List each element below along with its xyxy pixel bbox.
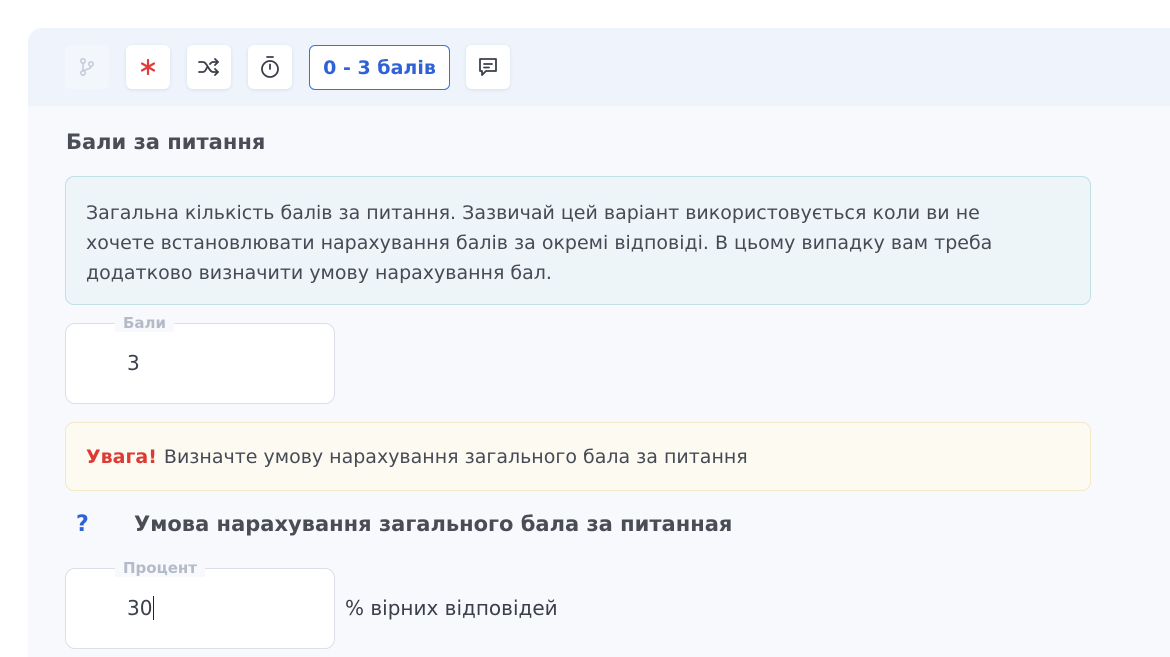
branch-button[interactable] [65, 45, 109, 89]
section-title: Бали за питання [66, 130, 266, 154]
info-line: Загальна кількість балів за питання. Заз… [86, 202, 980, 224]
points-range-badge[interactable]: 0 - 3 балів [309, 45, 450, 90]
points-input[interactable]: 3 [127, 351, 140, 375]
help-icon[interactable]: ? [76, 512, 89, 537]
shuffle-icon [198, 58, 219, 76]
percent-input-value: 30 [127, 596, 153, 620]
percent-field[interactable]: Процент 30 [65, 559, 335, 649]
condition-title: Умова нарахування загального бала за пит… [134, 512, 733, 536]
info-line: хочете встановлювати нарахування балів з… [86, 232, 993, 254]
shuffle-button[interactable] [187, 45, 231, 89]
warning-text: Визначте умову нарахування загального ба… [163, 445, 748, 468]
comment-icon [479, 58, 497, 76]
question-settings-panel: 0 - 3 балів Бали за питання Загальна кіл… [28, 28, 1170, 657]
timer-icon [261, 56, 279, 78]
question-toolbar: 0 - 3 балів [28, 28, 1170, 106]
branch-icon [79, 57, 95, 77]
percent-field-label: Процент [115, 559, 205, 577]
points-field[interactable]: Бали 3 [65, 314, 335, 404]
text-caret [153, 596, 155, 620]
required-button[interactable] [126, 45, 170, 89]
timer-button[interactable] [248, 45, 292, 89]
info-line: додатково визначити умову нарахування ба… [86, 262, 552, 284]
required-asterisk-icon [140, 58, 156, 76]
percent-suffix: % вірних відповідей [345, 596, 558, 620]
info-notice: Загальна кількість балів за питання. Заз… [65, 176, 1091, 305]
warning-label: Увага! [86, 445, 157, 468]
percent-input[interactable]: 30 [127, 596, 155, 620]
warning-notice: Увага! Визначте умову нарахування загаль… [65, 422, 1091, 491]
comment-button[interactable] [466, 45, 510, 89]
points-field-label: Бали [115, 314, 175, 332]
